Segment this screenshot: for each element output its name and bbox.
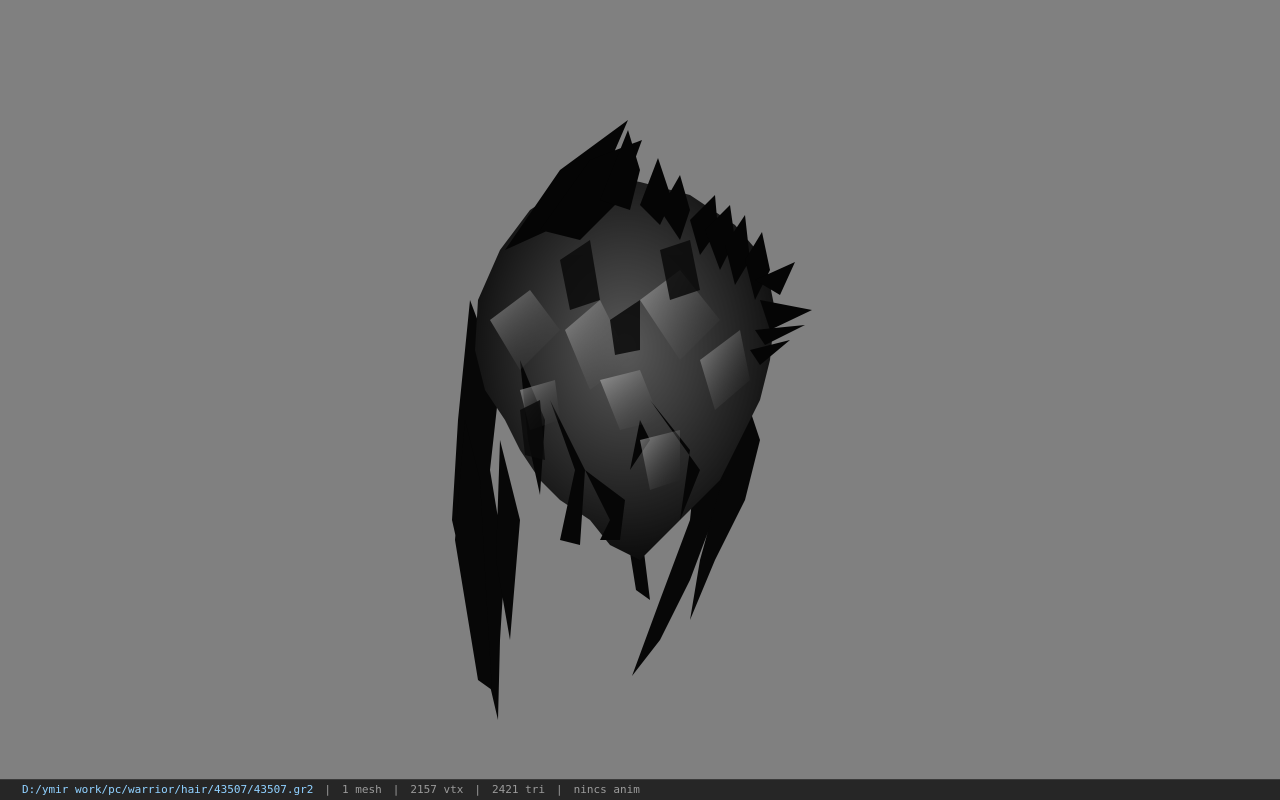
mesh-count: 1 mesh [342, 783, 382, 796]
separator: | [474, 783, 482, 796]
animation-status: nincs anim [573, 783, 640, 796]
status-bar: D:/ymir work/pc/warrior/hair/43507/43507… [0, 779, 1280, 800]
3d-viewport[interactable] [0, 0, 1280, 779]
vertex-count: 2157 vtx [410, 783, 464, 796]
separator: | [392, 783, 400, 796]
triangle-count: 2421 tri [492, 783, 545, 796]
file-path: D:/ymir work/pc/warrior/hair/43507/43507… [22, 783, 314, 796]
separator: | [324, 783, 332, 796]
hair-mesh-render [452, 120, 812, 720]
separator: | [556, 783, 563, 796]
